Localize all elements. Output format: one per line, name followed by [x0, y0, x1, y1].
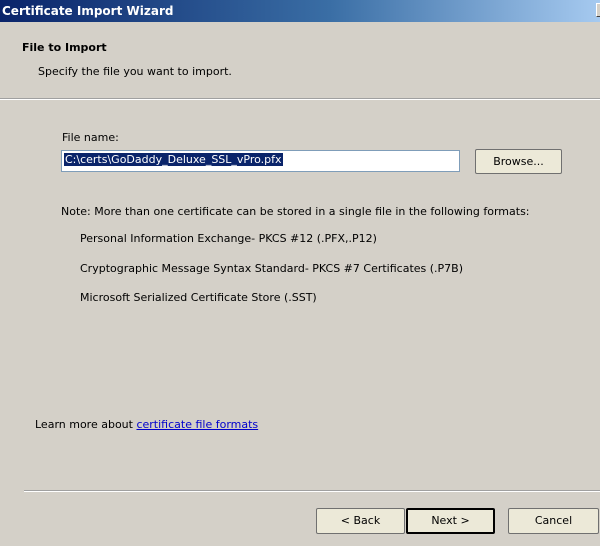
certificate-import-wizard-window: Certificate Import Wizard X File to Impo… — [0, 0, 600, 546]
certificate-file-formats-link[interactable]: certificate file formats — [136, 418, 258, 431]
page-title: File to Import — [22, 41, 107, 54]
page-subtitle: Specify the file you want to import. — [38, 65, 232, 78]
title-bar[interactable]: Certificate Import Wizard X — [0, 0, 600, 22]
format-item-pfx: Personal Information Exchange- PKCS #12 … — [80, 232, 377, 245]
browse-button[interactable]: Browse... — [475, 149, 562, 174]
header-divider — [0, 98, 600, 100]
footer-divider — [24, 490, 600, 492]
format-item-sst: Microsoft Serialized Certificate Store (… — [80, 291, 317, 304]
window-title: Certificate Import Wizard — [2, 4, 174, 18]
file-name-input[interactable]: C:\certs\GoDaddy_Deluxe_SSL_vPro.pfx — [61, 150, 460, 172]
back-button[interactable]: < Back — [316, 508, 405, 534]
cancel-button[interactable]: Cancel — [508, 508, 599, 534]
format-item-p7b: Cryptographic Message Syntax Standard- P… — [80, 262, 464, 275]
file-name-label: File name: — [62, 131, 119, 144]
formats-note: Note: More than one certificate can be s… — [61, 205, 530, 218]
learn-more-prefix: Learn more about — [35, 418, 137, 431]
close-button[interactable]: X — [596, 3, 600, 17]
next-button[interactable]: Next > — [406, 508, 495, 534]
learn-more-text: Learn more about certificate file format… — [35, 418, 258, 431]
file-name-value: C:\certs\GoDaddy_Deluxe_SSL_vPro.pfx — [64, 153, 283, 166]
wizard-header: File to Import Specify the file you want… — [0, 22, 600, 98]
